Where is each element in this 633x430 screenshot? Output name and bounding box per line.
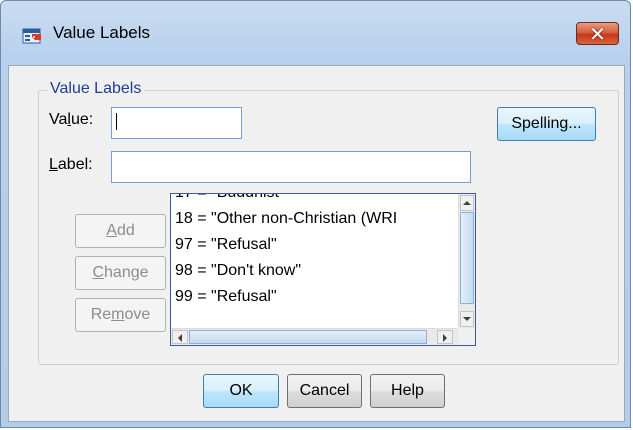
scroll-left-button[interactable] [172,330,188,344]
label-input[interactable] [111,151,471,183]
remove-button[interactable]: Remove [75,298,166,332]
chevron-right-icon [443,334,447,342]
spelling-button[interactable]: Spelling... [497,107,596,141]
window-title: Value Labels [53,23,151,42]
horizontal-scroll-thumb[interactable] [189,330,427,344]
close-button[interactable]: ✕ [576,22,619,46]
scroll-up-button[interactable] [460,195,474,211]
cancel-button[interactable]: Cancel [287,374,362,408]
horizontal-scrollbar[interactable] [171,328,458,345]
list-item[interactable]: 99 = "Refusal" [171,284,453,310]
dialog-body: Value Labels Value: Label: Spelling... A… [8,65,625,422]
label-field-label: Label: [49,156,93,173]
close-icon: ✕ [589,22,606,46]
list-item[interactable]: 17 = "Buddhist" [171,194,453,206]
value-input[interactable] [111,107,242,139]
list-item[interactable]: 98 = "Don't know" [171,258,453,284]
chevron-up-icon [463,201,471,205]
vertical-scrollbar[interactable] [458,194,475,328]
value-field-label: Value: [49,111,94,128]
scroll-down-button[interactable] [460,311,474,327]
scroll-right-button[interactable] [437,330,453,344]
chevron-down-icon [463,317,471,321]
title-bar[interactable]: Value Labels ✕ [1,1,630,65]
add-button[interactable]: Add [75,214,166,248]
change-button[interactable]: Change [75,256,166,290]
text-caret [116,113,117,130]
value-labels-icon [22,28,41,44]
help-button[interactable]: Help [370,374,445,408]
group-legend: Value Labels [47,80,145,98]
list-item[interactable]: 97 = "Refusal" [171,232,453,258]
ok-button[interactable]: OK [203,374,279,408]
value-labels-dialog: Value Labels ✕ Value Labels Value: Label… [0,0,631,428]
list-item[interactable]: 18 = "Other non-Christian (WRI [171,206,453,232]
scrollbar-corner [458,328,475,345]
vertical-scroll-thumb[interactable] [460,212,474,304]
chevron-left-icon [178,334,182,342]
value-label-list[interactable]: 17 = "Buddhist" 18 = "Other non-Christia… [170,193,476,346]
list-items: 17 = "Buddhist" 18 = "Other non-Christia… [171,194,453,310]
